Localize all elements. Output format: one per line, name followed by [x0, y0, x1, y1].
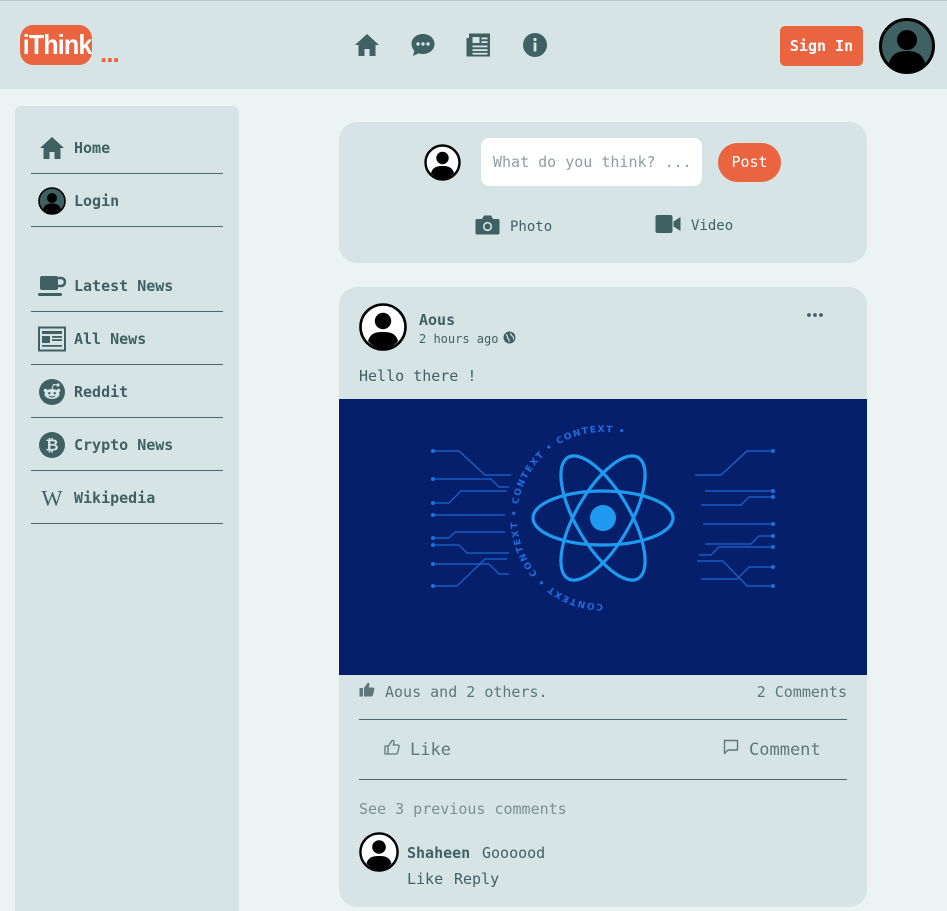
sidebar-item-label: Reddit [74, 382, 129, 401]
avatar [424, 144, 461, 181]
sidebar-item-login[interactable]: Login [31, 175, 223, 227]
sidebar-item-label: Home [74, 138, 111, 157]
sign-in-button[interactable]: Sign In [780, 26, 863, 66]
post-input[interactable] [481, 138, 702, 186]
user-icon [38, 186, 66, 215]
photo-button[interactable]: Photo [475, 214, 552, 239]
comment-icon [723, 739, 739, 760]
sidebar: Home Login Latest News All News Reddit ₿… [15, 106, 239, 911]
photo-label: Photo [510, 218, 553, 235]
likes-text: Aous and 2 others. [385, 682, 548, 701]
home-icon [38, 134, 66, 162]
sidebar-item-label: Crypto News [74, 435, 174, 454]
video-label: Video [691, 218, 734, 234]
globe-icon [503, 331, 516, 347]
sidebar-item-latest-news[interactable]: Latest News [31, 260, 223, 312]
avatar[interactable] [359, 832, 399, 872]
post-composer: Post Photo Video [339, 122, 867, 263]
post-text: Hello there ! [359, 367, 477, 385]
post-card: Aous 2 hours ago Hello there ! CONTEXT •… [339, 287, 867, 907]
svg-text:W: W [41, 487, 63, 509]
video-button[interactable]: Video [655, 214, 733, 238]
comment-text: Goooood [482, 844, 546, 862]
reddit-icon [38, 378, 66, 406]
sidebar-item-label: Login [74, 191, 120, 210]
info-icon[interactable] [522, 32, 548, 58]
wikipedia-icon: W [38, 484, 66, 512]
logo-text: iThink [20, 25, 92, 65]
logo-dots: ... [100, 38, 120, 68]
top-nav-icons [354, 32, 548, 58]
post-timestamp: 2 hours ago [419, 331, 516, 347]
comment-like-link[interactable]: Like [407, 870, 443, 888]
video-camera-icon [655, 214, 681, 238]
thumbs-up-outline-icon [384, 739, 400, 760]
newspaper-icon[interactable] [466, 32, 492, 58]
sidebar-item-label: Latest News [74, 276, 174, 295]
likes-summary[interactable]: Aous and 2 others. [359, 682, 548, 701]
top-navbar: iThink ... Sign In [0, 0, 947, 89]
comments-count[interactable]: 2 Comments [757, 683, 847, 701]
divider [359, 719, 847, 720]
avatar[interactable] [879, 18, 935, 74]
sidebar-item-label: All News [74, 329, 147, 348]
comment-button[interactable]: Comment [723, 739, 821, 760]
comment-author[interactable]: Shaheen [407, 844, 470, 862]
sidebar-item-crypto-news[interactable]: ₿ Crypto News [31, 419, 223, 471]
camera-icon [475, 214, 500, 239]
post-author[interactable]: Aous [419, 311, 455, 329]
comment-reply-link[interactable]: Reply [454, 870, 499, 888]
chat-icon[interactable] [410, 32, 436, 58]
see-previous-comments[interactable]: See 3 previous comments [359, 800, 567, 818]
home-icon[interactable] [354, 32, 380, 58]
sidebar-item-all-news[interactable]: All News [31, 313, 223, 365]
bitcoin-icon: ₿ [38, 431, 66, 459]
sidebar-item-label: Wikipedia [74, 488, 156, 507]
like-label: Like [410, 739, 451, 760]
post-button[interactable]: Post [718, 143, 781, 182]
post-image[interactable]: CONTEXT • CONTEXT • CONTEXT • CONTEXT • [339, 399, 867, 675]
more-options-icon[interactable] [801, 305, 829, 325]
newspaper-icon [38, 325, 66, 353]
avatar[interactable] [359, 303, 407, 351]
svg-text:₿: ₿ [45, 435, 58, 454]
thumbs-up-icon [359, 682, 375, 701]
coffee-cup-icon [38, 272, 66, 300]
like-button[interactable]: Like [384, 739, 451, 760]
divider [359, 779, 847, 780]
post-time-text: 2 hours ago [419, 332, 499, 346]
sidebar-item-home[interactable]: Home [31, 122, 223, 174]
sidebar-item-reddit[interactable]: Reddit [31, 366, 223, 418]
sidebar-item-wikipedia[interactable]: W Wikipedia [31, 472, 223, 524]
comment-label: Comment [749, 739, 821, 760]
